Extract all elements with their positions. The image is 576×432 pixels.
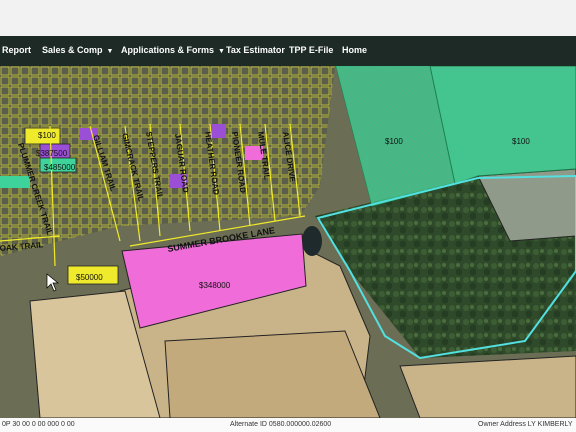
owner-address: Owner Address LY KIMBERLY bbox=[478, 421, 573, 428]
field-parcel-right[interactable] bbox=[399, 355, 576, 418]
nav-sales-comp-label: Sales & Comp bbox=[42, 45, 103, 55]
map-view[interactable]: PLUMMER CREEK TRAIL GILLIAM TRAIL GIMCRA… bbox=[0, 66, 576, 418]
pond bbox=[302, 226, 322, 256]
value-label: $100 bbox=[512, 137, 530, 146]
nav-home[interactable]: Home bbox=[342, 45, 367, 55]
nav-tpp-efile-label: TPP E-File bbox=[289, 45, 334, 55]
map-canvas[interactable]: PLUMMER CREEK TRAIL GILLIAM TRAIL GIMCRA… bbox=[0, 66, 576, 418]
parcel-number: 0P 30 00 0 00 000 0 00 bbox=[2, 421, 75, 428]
nav-tax-estimator[interactable]: Tax Estimator bbox=[226, 45, 285, 55]
value-label: $348000 bbox=[199, 281, 231, 290]
value-label: $387500 bbox=[36, 149, 68, 158]
value-label: $485000 bbox=[44, 163, 76, 172]
nav-sales-comp[interactable]: Sales & Comp ▼ bbox=[42, 45, 113, 55]
alternate-id: Alternate ID 0580.000000.02600 bbox=[230, 421, 332, 428]
browser-top-area bbox=[0, 0, 576, 36]
chevron-down-icon: ▼ bbox=[218, 48, 225, 55]
nav-applications-label: Applications & Forms bbox=[121, 45, 215, 55]
value-label: $100 bbox=[38, 131, 56, 140]
value-label: $100 bbox=[385, 137, 403, 146]
nav-report-label: Report bbox=[2, 45, 31, 55]
main-nav: Report Sales & Comp ▼ Applications & Form… bbox=[0, 36, 576, 66]
status-bar: 0P 30 00 0 00 000 0 00 Alternate ID 0580… bbox=[0, 418, 576, 432]
parcel-green-2[interactable] bbox=[429, 66, 576, 185]
nav-applications-forms[interactable]: Applications & Forms ▼ bbox=[121, 45, 225, 55]
nav-tax-estimator-label: Tax Estimator bbox=[226, 45, 285, 55]
chevron-down-icon: ▼ bbox=[106, 48, 114, 55]
parcel-green-small-2[interactable] bbox=[0, 176, 30, 188]
value-label: $50000 bbox=[76, 273, 103, 282]
nav-tpp-efile[interactable]: TPP E-File bbox=[289, 45, 333, 55]
field-parcel-bottom[interactable] bbox=[164, 330, 381, 418]
nav-report[interactable]: Report bbox=[2, 45, 31, 55]
nav-home-label: Home bbox=[342, 45, 368, 55]
